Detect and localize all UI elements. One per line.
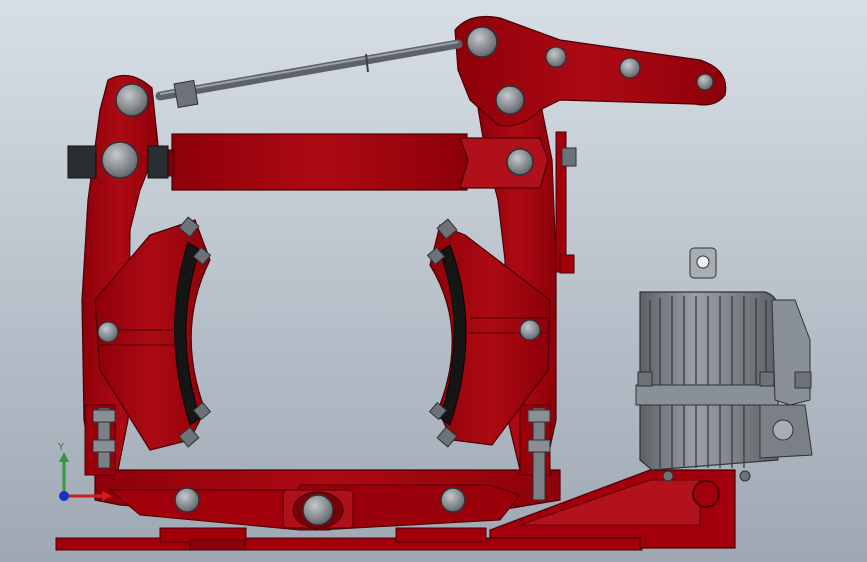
triad-y-label: Y (57, 442, 65, 453)
brake-model-drawing[interactable] (0, 0, 867, 562)
triad-z-axis (59, 491, 69, 501)
coordinate-triad: Y (57, 442, 112, 501)
cad-viewport[interactable]: Y (0, 0, 867, 562)
triad-y-arrowhead (59, 452, 69, 462)
triad-x-arrowhead (102, 491, 112, 501)
